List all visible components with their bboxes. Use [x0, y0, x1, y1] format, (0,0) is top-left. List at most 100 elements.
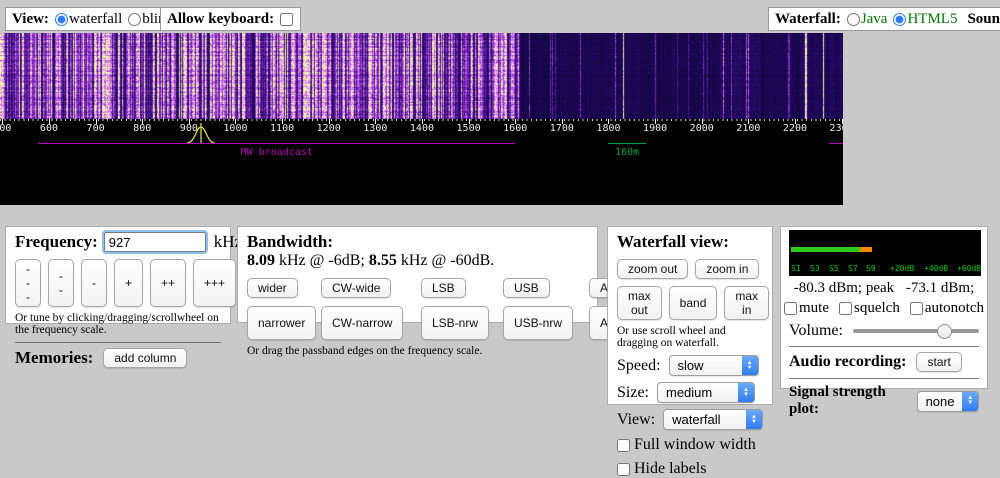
waterfall-range-buttons: max outbandmax in — [617, 286, 763, 320]
s-meter: S1S3S5S7S9+20dB+40dB+60dB — [789, 230, 981, 276]
scale-tick-label: 2200 — [783, 123, 807, 134]
waterfall-html5-radio[interactable] — [893, 13, 906, 26]
select-stepper-icon: ▲▼ — [738, 383, 754, 402]
waterfall-display[interactable]: 5006007008009001000110012001300140015001… — [0, 33, 843, 205]
waterfall-max-in[interactable]: max in — [724, 286, 769, 320]
bandwidth-panel: Bandwidth: 8.09 kHz @ -6dB; 8.55 kHz @ -… — [237, 226, 598, 323]
scale-tick-label: 1400 — [410, 123, 434, 134]
scale-tick-label: 2100 — [736, 123, 760, 134]
bandwidth-readout: 8.09 kHz @ -6dB; 8.55 kHz @ -60dB. — [247, 252, 588, 270]
bandwidth-usb-nrw[interactable]: USB-nrw — [503, 306, 573, 340]
scale-tick-label: 1300 — [363, 123, 387, 134]
view-select-label: View: — [617, 411, 655, 429]
mute-checkbox[interactable] — [784, 302, 797, 315]
signal-plot-label: Signal strength plot: — [789, 384, 909, 418]
sound-tech-label: Sound: — [967, 11, 1000, 28]
s-meter-bar — [791, 247, 860, 252]
squelch-checkbox[interactable] — [839, 302, 852, 315]
freq-step----[interactable]: --- — [15, 259, 41, 307]
tuning-marker[interactable] — [186, 123, 216, 144]
freq-step---[interactable]: -- — [48, 259, 74, 307]
bandwidth-lsb-nrw[interactable]: LSB-nrw — [421, 306, 489, 340]
freq-step-++[interactable]: ++ — [150, 259, 186, 307]
recording-start-button[interactable]: start — [916, 352, 961, 372]
add-column-button[interactable]: add column — [103, 348, 187, 368]
allow-keyboard-box: Allow keyboard: — [160, 7, 301, 31]
scale-tick-label: 2300 — [830, 123, 843, 134]
autonotch-checkbox-label: autonotch — [910, 300, 984, 317]
s-meter-scale-label: S7 — [848, 264, 858, 273]
scale-tick-label: 2000 — [690, 123, 714, 134]
allow-keyboard-checkbox[interactable] — [280, 13, 293, 26]
view-blind-radio[interactable] — [128, 13, 141, 26]
waterfall-zoom-out[interactable]: zoom out — [617, 259, 688, 279]
freq-step-+++[interactable]: +++ — [193, 259, 236, 307]
bandwidth-title: Bandwidth: — [247, 232, 588, 252]
signal-plot-select[interactable]: none ▲▼ — [917, 391, 979, 412]
bandwidth-narrower[interactable]: narrower — [247, 306, 316, 340]
scale-tick-label: 1600 — [503, 123, 527, 134]
view-mode-box: View: waterfall blind — [5, 7, 180, 31]
frequency-scale[interactable]: 5006007008009001000110012001300140015001… — [0, 119, 843, 135]
waterfall-canvas[interactable] — [0, 33, 843, 119]
hide-labels-checkbox[interactable] — [617, 463, 630, 476]
scale-tick-label: 1800 — [596, 123, 620, 134]
speed-select[interactable]: slow ▲▼ — [669, 355, 759, 376]
view-label: View: — [12, 11, 49, 28]
waterfall-view-title: Waterfall view: — [617, 232, 763, 252]
select-stepper-icon: ▲▼ — [746, 410, 762, 429]
waterfall-band[interactable]: band — [669, 286, 718, 320]
bandwidth-cw-wide[interactable]: CW-wide — [321, 278, 391, 298]
view-waterfall-label[interactable]: waterfall — [69, 11, 122, 28]
scale-tick-label: 700 — [87, 123, 105, 134]
scale-tick-label: 1000 — [223, 123, 247, 134]
bandwidth-hint: Or drag the passband edges on the freque… — [247, 345, 588, 357]
signal-strength-readout: -80.3 dBm; peak -73.1 dBm; — [789, 280, 979, 297]
waterfall-html5-label[interactable]: HTML5 — [907, 11, 957, 28]
scale-tick-label: 1900 — [643, 123, 667, 134]
s-meter-scale-label: +60dB — [957, 264, 981, 273]
waterfall-max-out[interactable]: max out — [617, 286, 662, 320]
bandwidth-usb[interactable]: USB — [503, 278, 550, 298]
waterfall-zoom-buttons: zoom out zoom in — [617, 259, 763, 279]
select-stepper-icon: ▲▼ — [742, 356, 758, 375]
frequency-input[interactable] — [104, 232, 206, 252]
bandwidth-lsb[interactable]: LSB — [421, 278, 466, 298]
bandwidth-buttons-row1: widerCW-wideLSBUSBAMFM — [247, 278, 588, 298]
full-window-width-checkbox[interactable] — [617, 439, 630, 452]
bandwidth-wider[interactable]: wider — [247, 278, 298, 298]
freq-step--[interactable]: - — [81, 259, 107, 307]
audio-recording-label: Audio recording: — [789, 353, 906, 371]
scale-tick-label: 1100 — [270, 123, 294, 134]
waterfall-java-label[interactable]: Java — [861, 11, 888, 28]
scale-tick-label: 800 — [133, 123, 151, 134]
size-label: Size: — [617, 384, 649, 402]
waterfall-zoom-in[interactable]: zoom in — [695, 259, 759, 279]
volume-slider-thumb[interactable] — [937, 324, 952, 339]
view-waterfall-radio[interactable] — [55, 13, 68, 26]
memories-label: Memories: — [15, 348, 93, 368]
band-line — [608, 143, 645, 144]
mute-checkbox-label: mute — [784, 300, 829, 317]
view-select[interactable]: waterfall ▲▼ — [663, 409, 763, 430]
scale-tick-label: 1500 — [457, 123, 481, 134]
squelch-checkbox-label: squelch — [839, 300, 900, 317]
size-select[interactable]: medium ▲▼ — [657, 382, 755, 403]
volume-slider[interactable] — [853, 329, 979, 333]
divider — [789, 346, 979, 347]
s-meter-scale-label: S1 — [791, 264, 801, 273]
frequency-title: Frequency: — [15, 232, 98, 252]
scale-tick-label: 500 — [0, 123, 11, 134]
scale-tick-label: 1700 — [550, 123, 574, 134]
band-label: MW broadcast — [241, 147, 313, 158]
scale-tick-label: 1200 — [317, 123, 341, 134]
s-meter-scale-label: S9 — [866, 264, 876, 273]
volume-label: Volume: — [789, 322, 843, 340]
autonotch-checkbox[interactable] — [910, 302, 923, 315]
audio-checkbox-row: mutesquelchautonotch — [789, 300, 979, 317]
waterfall-java-radio[interactable] — [847, 13, 860, 26]
bandwidth-cw-narrow[interactable]: CW-narrow — [321, 306, 403, 340]
s-meter-scale-label: S3 — [810, 264, 820, 273]
waterfall-view-panel: Waterfall view: zoom out zoom in max outb… — [607, 226, 773, 405]
freq-step-+[interactable]: + — [114, 259, 143, 307]
